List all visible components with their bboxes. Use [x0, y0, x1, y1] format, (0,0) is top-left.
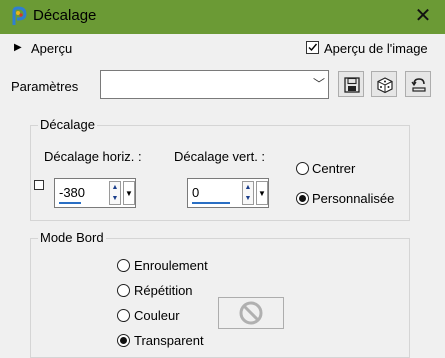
vertical-offset-label: Décalage vert. : [174, 149, 266, 164]
repeat-radio-label[interactable]: Répétition [134, 283, 193, 298]
horizontal-offset-dropdown-icon[interactable]: ▼ [123, 181, 135, 205]
horizontal-offset-spinner[interactable]: ▲ ▼ [109, 181, 121, 205]
offset-group-label: Décalage [38, 117, 97, 132]
spin-down-icon[interactable]: ▼ [110, 193, 120, 204]
vertical-offset-field[interactable]: 0 ▲ ▼ ▼ [187, 178, 269, 208]
custom-radio[interactable] [296, 192, 309, 205]
transparent-radio-label[interactable]: Transparent [134, 333, 204, 348]
randomize-button[interactable] [371, 71, 397, 97]
close-icon[interactable]: ✕ [412, 5, 434, 27]
wrap-radio-label[interactable]: Enroulement [134, 258, 208, 273]
transparent-radio[interactable] [117, 334, 130, 347]
custom-radio-label[interactable]: Personnalisée [312, 191, 394, 206]
horizontal-offset-value: -380 [59, 185, 86, 200]
window-title: Décalage [33, 7, 97, 24]
reset-button[interactable] [405, 71, 431, 97]
presets-dropdown[interactable] [100, 70, 329, 99]
horizontal-offset-label: Décalage horiz. : [44, 149, 142, 164]
edge-mode-group-label: Mode Bord [38, 230, 106, 245]
disabled-icon [239, 301, 263, 325]
color-radio-label[interactable]: Couleur [134, 308, 180, 323]
paint-icon [8, 6, 30, 28]
spin-down-icon[interactable]: ▼ [243, 193, 253, 204]
spin-up-icon[interactable]: ▲ [243, 182, 253, 193]
horizontal-offset-field[interactable]: -380 ▲ ▼ ▼ [54, 178, 136, 208]
color-radio[interactable] [117, 309, 130, 322]
vertical-offset-value: 0 [192, 185, 200, 200]
preview-checkbox-label[interactable]: Aperçu de l'image [324, 41, 428, 56]
wrap-radio[interactable] [117, 259, 130, 272]
save-icon [344, 77, 360, 93]
horizontal-offset-slider[interactable] [59, 202, 81, 204]
chevron-down-icon[interactable]: ﹀ [310, 71, 328, 98]
presets-label: Paramètres [11, 79, 79, 94]
reset-icon [411, 78, 426, 92]
repeat-radio[interactable] [117, 284, 130, 297]
preview-checkbox[interactable] [306, 41, 319, 54]
preview-expander-label[interactable]: Aperçu [31, 41, 72, 56]
center-radio[interactable] [296, 162, 309, 175]
dice-icon [377, 77, 393, 94]
center-radio-label[interactable]: Centrer [312, 161, 355, 176]
edge-color-swatch[interactable] [218, 297, 284, 329]
vertical-offset-slider[interactable] [192, 202, 230, 204]
link-checkbox[interactable] [34, 180, 44, 190]
spin-up-icon[interactable]: ▲ [110, 182, 120, 193]
vertical-offset-spinner[interactable]: ▲ ▼ [242, 181, 254, 205]
save-preset-button[interactable] [338, 71, 364, 97]
expand-arrow-icon[interactable]: ▶ [14, 42, 22, 53]
vertical-offset-dropdown-icon[interactable]: ▼ [256, 181, 268, 205]
